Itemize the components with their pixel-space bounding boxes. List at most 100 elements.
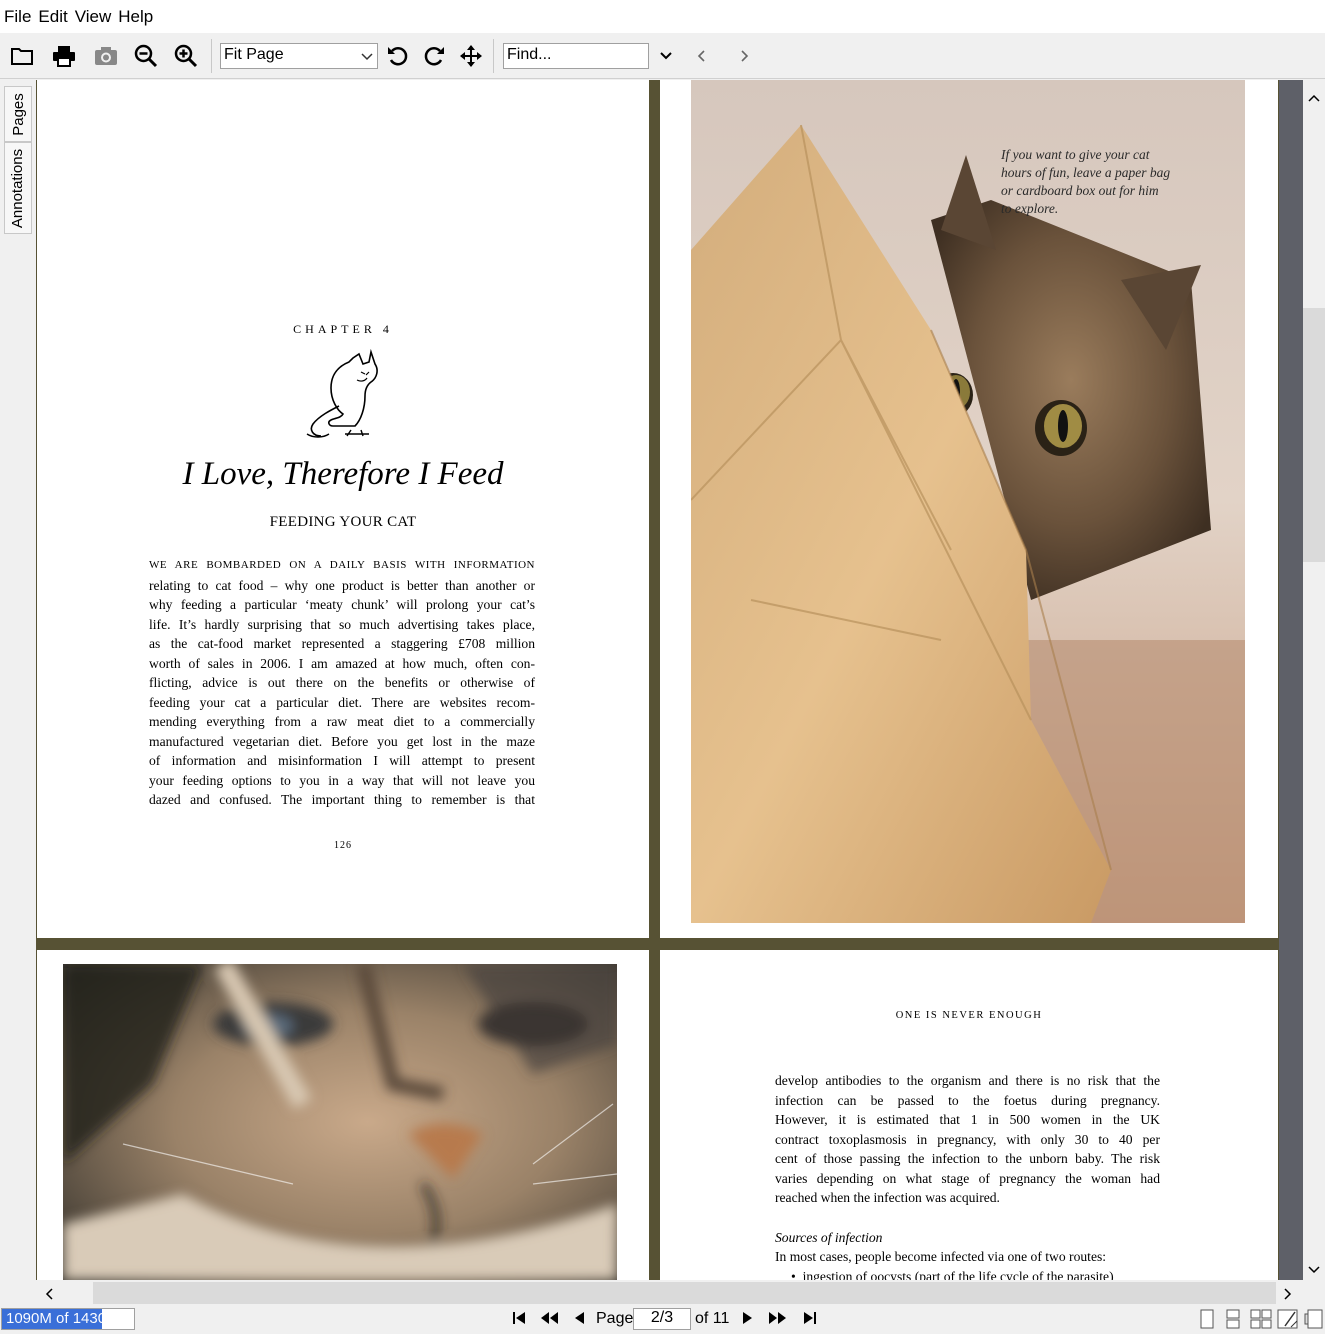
find-placeholder: Find... — [507, 46, 552, 63]
find-previous-icon[interactable] — [687, 42, 717, 70]
text-line: In most cases, people become infected vi… — [775, 1249, 1107, 1264]
chapter-title: I Love, Therefore I Feed — [182, 456, 504, 492]
running-head: ONE IS NEVER ENOUGH — [895, 1010, 1043, 1021]
zoom-mode-select[interactable]: Fit Page — [220, 43, 378, 69]
menu-bar: File Edit View Help — [0, 0, 1325, 33]
previous-page-icon[interactable] — [572, 1310, 586, 1331]
memory-usage-indicator: 1090M of 1430M — [1, 1308, 135, 1330]
text-line: feeding your cat a particular diet. Ther… — [149, 694, 535, 710]
single-page-layout-icon[interactable] — [1199, 1309, 1215, 1334]
text-line: However, it is estimated that 1 in 500 w… — [775, 1112, 1160, 1127]
bullet-item: • ingestion of oocysts (part of the life… — [775, 1267, 1160, 1281]
caption-line: or cardboard box out for him — [1001, 183, 1159, 198]
open-folder-icon[interactable] — [7, 42, 37, 70]
zoom-mode-value: Fit Page — [224, 46, 284, 63]
section-heading: Sources of infection — [775, 1229, 883, 1245]
caption-line: hours of fun, leave a paper bag — [1001, 165, 1171, 180]
text-line: of information and misinformation I will… — [149, 753, 535, 768]
caption-line: If you want to give your cat — [1001, 147, 1150, 162]
chapter-label: CHAPTER 4 — [293, 322, 393, 336]
zoom-out-icon[interactable] — [131, 42, 161, 70]
page-number-value: 2/3 — [650, 1309, 674, 1326]
text-line: manufactured vegetarian diet. Before you… — [149, 733, 535, 749]
tab-pages-label: Pages — [9, 92, 27, 136]
bullet-dot: • — [791, 1268, 803, 1281]
first-page-icon[interactable] — [511, 1310, 527, 1331]
facing-pages-layout-icon[interactable] — [1250, 1309, 1272, 1334]
text-line: contract toxoplasmosis in pregnancy, wit… — [775, 1131, 1160, 1147]
horizontal-scrollbar[interactable] — [36, 1280, 1303, 1306]
text-line: cent of those passing the infection to t… — [775, 1151, 1160, 1166]
menu-view[interactable]: View — [75, 7, 112, 27]
continuous-layout-icon[interactable] — [1224, 1309, 1242, 1334]
toolbar-separator — [211, 39, 212, 73]
chapter-subtitle: FEEDING YOUR CAT — [269, 514, 417, 530]
rotate-left-icon[interactable] — [383, 42, 413, 70]
text-line: infection can be passed to the foetus du… — [775, 1092, 1160, 1108]
menu-help[interactable]: Help — [118, 7, 153, 27]
document-page: CHAPTER 4 I Love, Therefore I Feed FEEDI… — [37, 80, 649, 938]
previous-chunk-icon[interactable] — [539, 1310, 559, 1331]
next-chunk-icon[interactable] — [768, 1310, 788, 1331]
text-line: develop antibodies to the organism and t… — [775, 1073, 1160, 1088]
print-icon[interactable] — [49, 42, 79, 70]
text-line: mending everything from a raw meat diet … — [149, 714, 535, 729]
scroll-right-icon[interactable] — [1283, 1287, 1293, 1305]
body-text: develop antibodies to the organism and t… — [775, 1071, 1160, 1280]
tab-annotations[interactable]: Annotations — [4, 142, 32, 234]
text-line: life. It’s hardly surprising that so muc… — [149, 616, 535, 632]
chapter-cat-illustration — [299, 346, 387, 447]
page-number: 126 — [334, 840, 352, 851]
bullet-text: ingestion of oocysts (part of the life c… — [802, 1268, 1114, 1281]
memory-usage-text: 1090M of 1430M — [6, 1310, 119, 1327]
find-input[interactable]: Find... — [503, 43, 649, 69]
pan-move-icon[interactable] — [456, 42, 486, 70]
tab-pages[interactable]: Pages — [4, 86, 32, 142]
text-line: WE ARE BOMBARDED ON A DAILY BASIS WITH I… — [149, 559, 535, 571]
horizontal-scroll-thumb[interactable] — [93, 1282, 1276, 1304]
find-options-chevron-icon[interactable] — [651, 42, 681, 70]
presentation-layout-icon[interactable] — [1304, 1309, 1324, 1334]
document-viewport[interactable]: CHAPTER 4 I Love, Therefore I Feed FEEDI… — [36, 80, 1279, 1280]
text-line: dazed and confused. The important thing … — [149, 792, 535, 807]
text-line: varies depending on what stage of pregna… — [775, 1170, 1160, 1186]
zoom-in-icon[interactable] — [171, 42, 201, 70]
toolbar-separator — [493, 39, 494, 73]
scroll-up-icon[interactable] — [1308, 90, 1320, 108]
text-line: worth of sales in 2006. I am amazed at h… — [149, 655, 535, 671]
text-line: reached when the infection was acquired. — [775, 1190, 1000, 1205]
vertical-scrollbar[interactable] — [1303, 80, 1325, 1280]
text-line: relating to cat food – why one product i… — [149, 577, 535, 593]
last-page-icon[interactable] — [802, 1310, 818, 1331]
scroll-left-icon[interactable] — [44, 1287, 54, 1305]
vertical-scroll-thumb[interactable] — [1303, 308, 1325, 562]
side-tab-strip: Pages Annotations — [0, 80, 36, 1280]
cat-closeup-photo — [63, 964, 617, 1280]
screenshot-camera-icon[interactable] — [91, 42, 121, 70]
document-page: If you want to give your cat hours of fu… — [660, 80, 1278, 938]
status-bar: 1090M of 1430M Page 2/3 of 11 — [0, 1306, 1325, 1331]
body-text: WE ARE BOMBARDED ON A DAILY BASIS WITH I… — [149, 556, 535, 810]
menu-file[interactable]: File — [4, 7, 31, 27]
page-number-input[interactable]: 2/3 — [633, 1308, 691, 1330]
book-view-layout-icon[interactable] — [1277, 1309, 1299, 1334]
tab-annotations-label: Annotations — [9, 148, 27, 228]
page-label: Page — [596, 1310, 634, 1327]
text-line: as the cat-food market represented a sta… — [149, 636, 535, 651]
next-page-icon[interactable] — [741, 1310, 755, 1331]
menu-edit[interactable]: Edit — [38, 7, 67, 27]
text-line: flicting, advice is out there on the ben… — [149, 675, 535, 690]
caption-line: to explore. — [1001, 201, 1059, 216]
scroll-down-icon[interactable] — [1308, 1262, 1320, 1280]
find-next-icon[interactable] — [729, 42, 759, 70]
text-line: your feeding options to you in a way tha… — [149, 772, 535, 788]
chevron-down-icon — [361, 49, 373, 67]
page-count-label: of 11 — [695, 1310, 730, 1327]
document-page — [37, 950, 649, 1280]
document-page: ONE IS NEVER ENOUGH develop antibodies t… — [660, 950, 1278, 1280]
rotate-right-icon[interactable] — [419, 42, 449, 70]
toolbar: Fit Page Find... — [0, 33, 1325, 79]
photo-caption: If you want to give your cat hours of fu… — [1001, 146, 1201, 218]
viewport-edge — [1279, 80, 1303, 1280]
text-line: why feeding a particular ‘meaty chunk’ w… — [149, 597, 535, 612]
